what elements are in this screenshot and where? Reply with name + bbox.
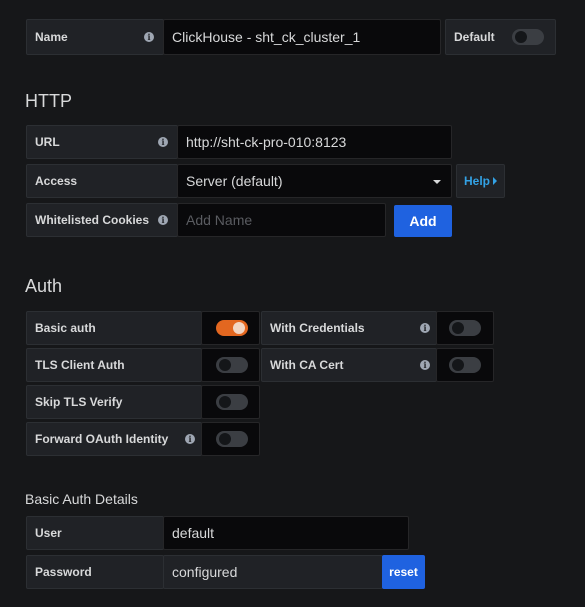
access-select-value: Server (default)	[186, 173, 283, 189]
with-credentials-label-text: With Credentials	[270, 321, 365, 335]
forward-oauth-identity-switch-box	[201, 422, 260, 456]
with-ca-cert-label-text: With CA Cert	[270, 358, 344, 372]
user-label-text: User	[35, 526, 62, 540]
chevron-down-icon	[433, 180, 441, 184]
password-label: Password	[26, 555, 164, 589]
reset-password-button[interactable]: reset	[382, 555, 425, 589]
toggle-knob	[452, 359, 464, 371]
whitelisted-cookies-label-text: Whitelisted Cookies	[35, 213, 150, 227]
user-input-value: default	[172, 525, 215, 541]
access-label-text: Access	[35, 174, 78, 188]
help-button[interactable]: Help	[456, 164, 505, 198]
password-label-text: Password	[35, 565, 92, 579]
info-icon[interactable]: i	[185, 434, 195, 444]
toggle-knob	[515, 31, 527, 43]
default-label-text: Default	[454, 30, 495, 44]
cookie-name-field[interactable]	[186, 212, 385, 228]
password-value: configured	[172, 564, 238, 580]
skip-tls-verify-label: Skip TLS Verify	[26, 385, 202, 419]
toggle-knob	[233, 322, 245, 334]
auth-section-title: Auth	[25, 276, 63, 296]
skip-tls-verify-label-text: Skip TLS Verify	[35, 395, 123, 409]
default-toggle[interactable]	[512, 29, 544, 45]
tls-client-auth-label: TLS Client Auth	[26, 348, 202, 382]
toggle-knob	[452, 322, 464, 334]
basic-auth-details-title: Basic Auth Details	[25, 491, 138, 507]
with-ca-cert-toggle[interactable]	[449, 357, 481, 373]
toggle-knob	[219, 433, 231, 445]
skip-tls-verify-switch-box	[201, 385, 260, 419]
info-icon[interactable]: i	[158, 215, 168, 225]
access-select[interactable]: Server (default)	[177, 164, 452, 198]
url-label: URL i	[26, 125, 178, 159]
name-input[interactable]: ClickHouse - sht_ck_cluster_1	[163, 19, 441, 55]
basic-auth-toggle[interactable]	[216, 320, 248, 336]
basic-auth-label-text: Basic auth	[35, 321, 96, 335]
forward-oauth-identity-toggle[interactable]	[216, 431, 248, 447]
default-label: Default	[445, 19, 556, 55]
toggle-knob	[219, 359, 231, 371]
url-label-text: URL	[35, 135, 60, 149]
with-ca-cert-label: With CA Cert i	[261, 348, 437, 382]
access-label: Access	[26, 164, 178, 198]
add-cookie-label: Add	[409, 213, 437, 229]
name-label-text: Name	[35, 30, 68, 44]
info-icon[interactable]: i	[158, 137, 168, 147]
forward-oauth-identity-label: Forward OAuth Identity i	[26, 422, 202, 456]
with-ca-cert-switch-box	[436, 348, 494, 382]
reset-label: reset	[389, 565, 418, 579]
basic-auth-label: Basic auth	[26, 311, 202, 345]
name-input-value: ClickHouse - sht_ck_cluster_1	[172, 29, 361, 45]
basic-auth-switch-box	[201, 311, 260, 345]
password-field: configured	[163, 555, 383, 589]
skip-tls-verify-toggle[interactable]	[216, 394, 248, 410]
url-input-value: http://sht-ck-pro-010:8123	[186, 134, 347, 150]
url-input[interactable]: http://sht-ck-pro-010:8123	[177, 125, 452, 159]
cookie-name-input[interactable]	[177, 203, 386, 237]
forward-oauth-identity-label-text: Forward OAuth Identity	[35, 432, 169, 446]
with-credentials-switch-box	[436, 311, 494, 345]
user-input[interactable]: default	[163, 516, 409, 550]
with-credentials-toggle[interactable]	[449, 320, 481, 336]
help-label: Help	[464, 174, 491, 188]
http-section-title: HTTP	[25, 91, 72, 111]
info-icon[interactable]: i	[420, 360, 430, 370]
name-label: Name i	[26, 19, 164, 55]
user-label: User	[26, 516, 164, 550]
tls-client-auth-label-text: TLS Client Auth	[35, 358, 125, 372]
caret-right-icon	[493, 177, 498, 185]
add-cookie-button[interactable]: Add	[394, 205, 452, 237]
with-credentials-label: With Credentials i	[261, 311, 437, 345]
info-icon[interactable]: i	[420, 323, 430, 333]
info-icon[interactable]: i	[144, 32, 154, 42]
tls-client-auth-toggle[interactable]	[216, 357, 248, 373]
toggle-knob	[219, 396, 231, 408]
whitelisted-cookies-label: Whitelisted Cookies i	[26, 203, 178, 237]
tls-client-auth-switch-box	[201, 348, 260, 382]
